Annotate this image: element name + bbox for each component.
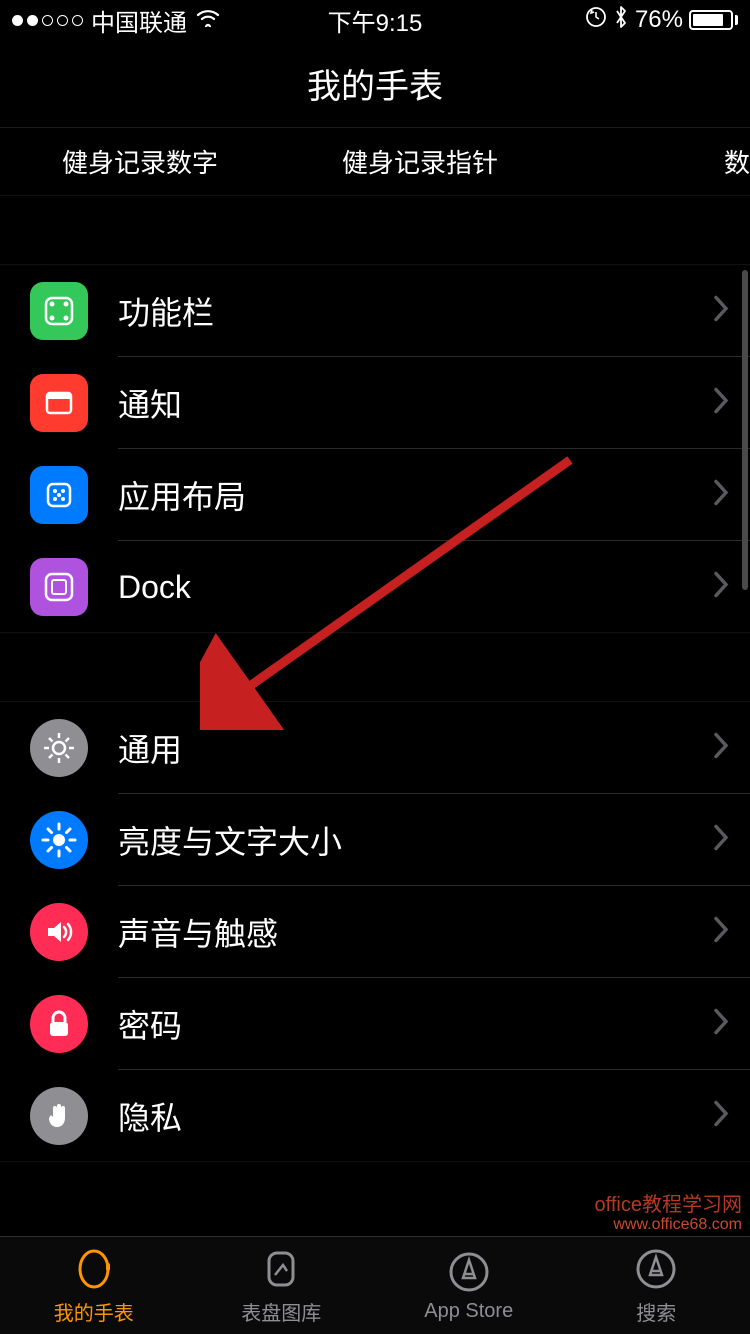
settings-group-2: 通用 亮度与文字大小 声音与触感 密码 隐私 [0,701,750,1162]
status-bar: 中国联通 下午9:15 76% [0,0,750,40]
cell-notifications[interactable]: 通知 [0,357,750,449]
watermark-line2: www.office68.com [595,1216,742,1234]
chevron-right-icon [712,731,730,766]
bluetooth-icon [613,5,629,36]
watch-face-item[interactable]: 健身记录数字 [0,143,280,180]
tab-label: 搜索 [636,1297,676,1326]
tab-label: 我的手表 [54,1297,134,1326]
cell-privacy[interactable]: 隐私 [0,1070,750,1162]
tab-app-store[interactable]: App Store [375,1237,563,1334]
battery-pct: 76% [635,6,683,34]
chevron-right-icon [712,386,730,421]
watermark: office教程学习网 www.office68.com [595,1194,742,1234]
tab-face-gallery[interactable]: 表盘图库 [188,1237,376,1334]
carrier-label: 中国联通 [91,3,187,38]
status-time: 下午9:15 [328,3,423,38]
cell-label: 通用 [118,725,182,771]
chevron-right-icon [712,823,730,858]
watch-face-selector[interactable]: 健身记录数字 健身记录指针 数 [0,128,750,196]
cell-app-layout[interactable]: 应用布局 [0,449,750,541]
watermark-line1: office教程学习网 [595,1194,742,1216]
cell-label: Dock [118,569,191,606]
chevron-right-icon [712,1099,730,1134]
cell-general[interactable]: 通用 [0,702,750,794]
notifications-icon [30,374,88,432]
chevron-right-icon [712,570,730,605]
page-title: 我的手表 [0,40,750,128]
complications-icon [30,282,88,340]
brightness-icon [30,811,88,869]
watch-face-item[interactable]: 健身记录指针 [280,143,560,180]
cell-dock[interactable]: Dock [0,541,750,633]
battery-icon [689,10,738,30]
chevron-right-icon [712,915,730,950]
scroll-indicator[interactable] [742,270,748,590]
dock-icon [30,558,88,616]
cell-label: 密码 [118,1001,182,1047]
cell-label: 隐私 [118,1093,182,1139]
lock-icon [30,995,88,1053]
tab-my-watch[interactable]: 我的手表 [0,1237,188,1334]
cell-brightness[interactable]: 亮度与文字大小 [0,794,750,886]
sound-icon [30,903,88,961]
cell-passcode[interactable]: 密码 [0,978,750,1070]
tab-label: App Store [424,1300,513,1323]
cell-label: 声音与触感 [118,909,278,955]
cell-label: 通知 [118,380,182,426]
cell-label: 应用布局 [118,472,246,518]
chevron-right-icon [712,478,730,513]
app-layout-icon [30,466,88,524]
gear-icon [30,719,88,777]
cell-sound[interactable]: 声音与触感 [0,886,750,978]
orientation-lock-icon [585,6,607,35]
settings-group-1: 功能栏 通知 应用布局 Dock [0,264,750,633]
tab-label: 表盘图库 [241,1297,321,1326]
hand-icon [30,1087,88,1145]
cell-label: 亮度与文字大小 [118,817,342,863]
chevron-right-icon [712,294,730,329]
cell-label: 功能栏 [118,288,214,334]
wifi-icon [195,6,221,34]
tab-bar: 我的手表 表盘图库 App Store 搜索 [0,1236,750,1334]
chevron-right-icon [712,1007,730,1042]
cell-complications[interactable]: 功能栏 [0,265,750,357]
signal-strength-icon [12,15,83,26]
watch-face-item[interactable]: 数 [560,143,750,180]
tab-search[interactable]: 搜索 [563,1237,750,1334]
